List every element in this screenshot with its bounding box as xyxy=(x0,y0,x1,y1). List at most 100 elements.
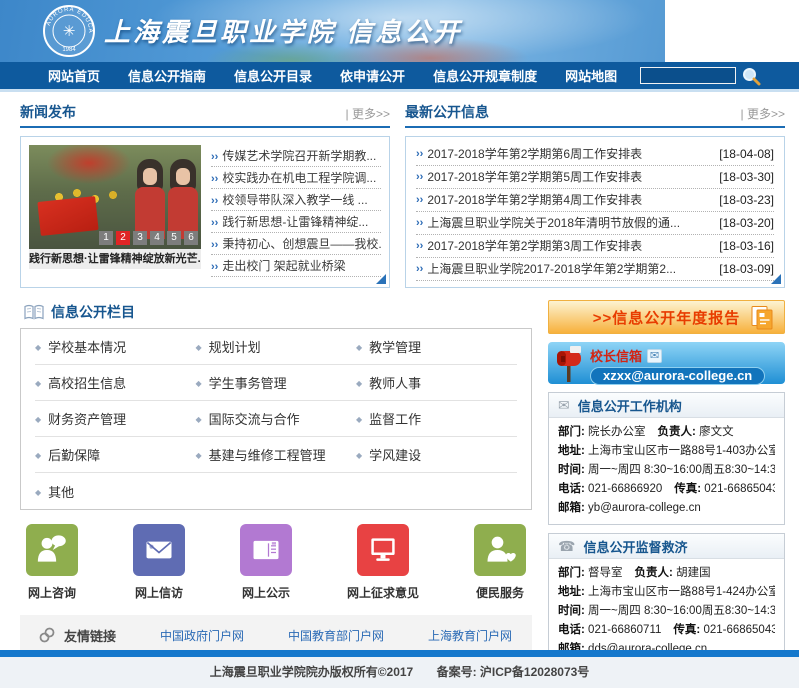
news-item-text: 践行新思想-让雷锋精神绽... xyxy=(222,215,368,229)
category-label: 学风建设 xyxy=(369,448,421,463)
category-link[interactable]: ◆高校招生信息 xyxy=(35,373,196,392)
latest-item-text: 2017-2018学年第2学期第4周工作安排表 xyxy=(427,189,711,211)
header-white-corner xyxy=(665,0,799,62)
latest-list-item[interactable]: ››2017-2018学年第2学期第5周工作安排表[18-03-30] xyxy=(416,166,774,189)
news-list-item[interactable]: ›› 践行新思想-让雷锋精神绽... xyxy=(211,211,381,233)
annual-report-banner[interactable]: >>信息公开年度报告 xyxy=(548,300,785,334)
latest-list-item[interactable]: ››2017-2018学年第2学期第3周工作安排表[18-03-16] xyxy=(416,235,774,258)
mailbox-icon xyxy=(553,344,587,389)
school-logo[interactable]: AURORA EDUCATION ✳ 1984 xyxy=(42,3,96,64)
carousel-caption[interactable]: 践行新思想·让雷锋精神绽放新光芒... xyxy=(29,249,201,269)
latest-list-item[interactable]: ››上海震旦职业学院2017-2018学年第2学期第2...[18-03-09] xyxy=(416,258,774,281)
category-label: 国际交流与合作 xyxy=(209,412,300,427)
news-item-text: 校领导带队深入教学一线 ... xyxy=(222,193,367,207)
service-convenience[interactable]: 便民服务 xyxy=(474,524,526,601)
service-online-feedback[interactable]: 网上征求意见 xyxy=(347,524,419,601)
carousel-photo[interactable]: 1 2 3 4 5 6 xyxy=(29,145,201,249)
arrow-icon: ›› xyxy=(416,258,423,280)
arrow-icon: ›› xyxy=(211,151,218,163)
latest-item-date: [18-03-30] xyxy=(719,166,774,188)
latest-list-item[interactable]: ››上海震旦职业学院关于2018年清明节放假的通...[18-03-20] xyxy=(416,212,774,235)
diamond-bullet-icon: ◆ xyxy=(35,379,41,388)
person-heart-icon xyxy=(480,530,520,570)
diamond-bullet-icon: ◆ xyxy=(35,488,41,497)
sidebar: >>信息公开年度报告 xyxy=(548,300,785,666)
nav-item-rules[interactable]: 信息公开规章制度 xyxy=(419,66,551,85)
pager-button[interactable]: 1 xyxy=(99,231,113,245)
category-link[interactable]: ◆ 学风建设 xyxy=(356,445,517,464)
site-title: 上海震旦职业学院 信息公开 xyxy=(104,12,462,49)
pager-button[interactable]: 4 xyxy=(150,231,164,245)
telephone-icon: ☎ xyxy=(558,538,575,555)
contact-row: 时间: 周一~周四 8:30~16:00周五8:30~14:30 xyxy=(558,602,775,621)
category-link[interactable]: ◆财务资产管理 xyxy=(35,409,196,428)
news-list: ›› 传媒艺术学院召开新学期教... ››校实践办在机电工程学院调... ›› 校领… xyxy=(211,145,381,279)
contact-row: 电话: 021-66860711传真: 021-66865043 xyxy=(558,621,775,640)
news-list-item[interactable]: ›› 校领导带队深入教学一线 ... xyxy=(211,189,381,211)
arrow-icon: ›› xyxy=(211,195,218,207)
latest-more-link[interactable]: | 更多>> xyxy=(741,105,785,122)
categories-row: ◆学校基本情况 ◆规划计划 ◆教学管理 xyxy=(35,329,517,365)
pager-button-active[interactable]: 2 xyxy=(116,231,130,245)
contact-row: 地址: 上海市宝山区市一路88号1-403办公室 xyxy=(558,442,775,461)
pager-button[interactable]: 3 xyxy=(133,231,147,245)
link-moe[interactable]: 中国教育部门户网 xyxy=(288,627,384,644)
category-label: 其他 xyxy=(48,485,74,500)
nav-item-apply[interactable]: 依申请公开 xyxy=(326,66,419,85)
contact-row: 地址: 上海市宝山区市一路88号1-424办公室 xyxy=(558,583,775,602)
latest-item-text: 2017-2018学年第2学期第3周工作安排表 xyxy=(427,235,711,257)
president-mailbox-banner[interactable]: 校长信箱 ✉ xzxx@aurora-college.cn xyxy=(548,342,785,384)
latest-panel: ››2017-2018学年第2学期第6周工作安排表[18-04-08] ››20… xyxy=(405,136,785,288)
latest-list-item[interactable]: ››2017-2018学年第2学期第6周工作安排表[18-04-08] xyxy=(416,143,774,166)
latest-list-item[interactable]: ››2017-2018学年第2学期第4周工作安排表[18-03-23] xyxy=(416,189,774,212)
category-link[interactable]: ◆教师人事 xyxy=(356,373,517,392)
category-link[interactable]: ◆学生事务管理 xyxy=(196,373,357,392)
news-list-item[interactable]: ››秉持初心、创想震旦——我校... xyxy=(211,233,381,255)
news-list-item[interactable]: ›› 传媒艺术学院召开新学期教... xyxy=(211,145,381,167)
nav-item-home[interactable]: 网站首页 xyxy=(34,66,114,85)
pager-button[interactable]: 6 xyxy=(184,231,198,245)
service-label: 网上公示 xyxy=(242,584,290,601)
link-shanghai-edu[interactable]: 上海教育门户网 xyxy=(428,627,512,644)
category-link[interactable]: ◆基建与维修工程管理 xyxy=(196,445,357,464)
news-list-item[interactable]: ››走出校门 架起就业桥梁 xyxy=(211,255,381,277)
category-link[interactable]: ◆ 国际交流与合作 xyxy=(196,409,357,428)
category-link[interactable]: ◆学校基本情况 xyxy=(35,337,196,356)
category-link[interactable]: ◆监督工作 xyxy=(356,409,517,428)
contact-row: 部门: 院长办公室负责人: 廖文文 xyxy=(558,423,775,442)
news-carousel: 1 2 3 4 5 6 践行新思想·让雷锋精神绽放新光芒... xyxy=(29,145,201,279)
search-area xyxy=(640,66,761,86)
arrow-icon: ›› xyxy=(211,217,218,229)
main-nav: 网站首页 信息公开指南 信息公开目录 依申请公开 信息公开规章制度 网站地图 xyxy=(0,62,799,89)
categories-box: ◆学校基本情况 ◆规划计划 ◆教学管理 ◆高校招生信息 ◆学生事务管理 ◆教师人… xyxy=(20,328,532,510)
service-online-petition[interactable]: 网上信访 xyxy=(133,524,185,601)
categories-row: ◆后勤保障 ◆基建与维修工程管理 ◆ 学风建设 xyxy=(35,437,517,473)
service-online-consult[interactable]: 网上咨询 xyxy=(26,524,78,601)
diamond-bullet-icon: ◆ xyxy=(196,415,202,424)
categories-row: ◆财务资产管理 ◆ 国际交流与合作 ◆监督工作 xyxy=(35,401,517,437)
president-email[interactable]: xzxx@aurora-college.cn xyxy=(590,367,765,385)
category-link[interactable]: ◆ 其他 xyxy=(35,482,196,501)
link-china-gov[interactable]: 中国政府门户网 xyxy=(160,627,244,644)
nav-item-guide[interactable]: 信息公开指南 xyxy=(114,66,220,85)
monitor-icon xyxy=(363,530,403,570)
diamond-bullet-icon: ◆ xyxy=(356,451,362,460)
category-link[interactable]: ◆后勤保障 xyxy=(35,445,196,464)
main-content: 新闻发布 | 更多>> 1 2 3 4 xyxy=(0,92,799,666)
search-icon[interactable] xyxy=(741,66,761,86)
mailbox-title: 校长信箱 xyxy=(590,346,642,365)
category-label: 监督工作 xyxy=(369,412,421,427)
categories-title: 信息公开栏目 xyxy=(51,302,135,322)
panel-corner-decoration xyxy=(376,274,386,284)
service-online-publicity[interactable]: 网上公示 xyxy=(240,524,292,601)
category-link[interactable]: ◆规划计划 xyxy=(196,337,357,356)
pager-button[interactable]: 5 xyxy=(167,231,181,245)
search-input[interactable] xyxy=(640,67,736,84)
news-item-text: 传媒艺术学院召开新学期教... xyxy=(222,149,376,163)
news-more-link[interactable]: | 更多>> xyxy=(346,105,390,122)
nav-item-sitemap[interactable]: 网站地图 xyxy=(551,66,631,85)
footer: 上海震旦职业学院院办版权所有©2017 备案号: 沪ICP备12028073号 xyxy=(0,657,799,688)
news-list-item[interactable]: ››校实践办在机电工程学院调... xyxy=(211,167,381,189)
nav-item-catalog[interactable]: 信息公开目录 xyxy=(220,66,326,85)
category-link[interactable]: ◆教学管理 xyxy=(356,337,517,356)
